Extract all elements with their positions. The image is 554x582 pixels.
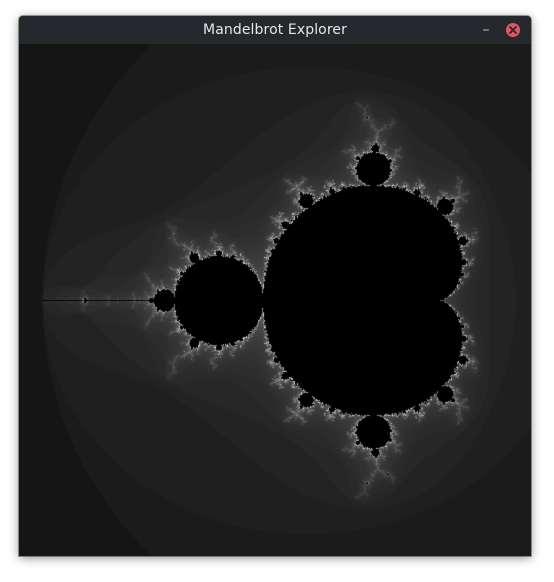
window-title: Mandelbrot Explorer (203, 22, 347, 38)
app-window: Mandelbrot Explorer – (19, 16, 531, 556)
fractal-viewport[interactable] (19, 44, 531, 556)
close-icon (509, 26, 517, 34)
mandelbrot-canvas[interactable] (19, 44, 531, 556)
minimize-button[interactable]: – (477, 21, 495, 39)
title-bar[interactable]: Mandelbrot Explorer – (19, 16, 531, 44)
minimize-icon: – (482, 22, 490, 38)
close-button[interactable] (506, 23, 520, 37)
